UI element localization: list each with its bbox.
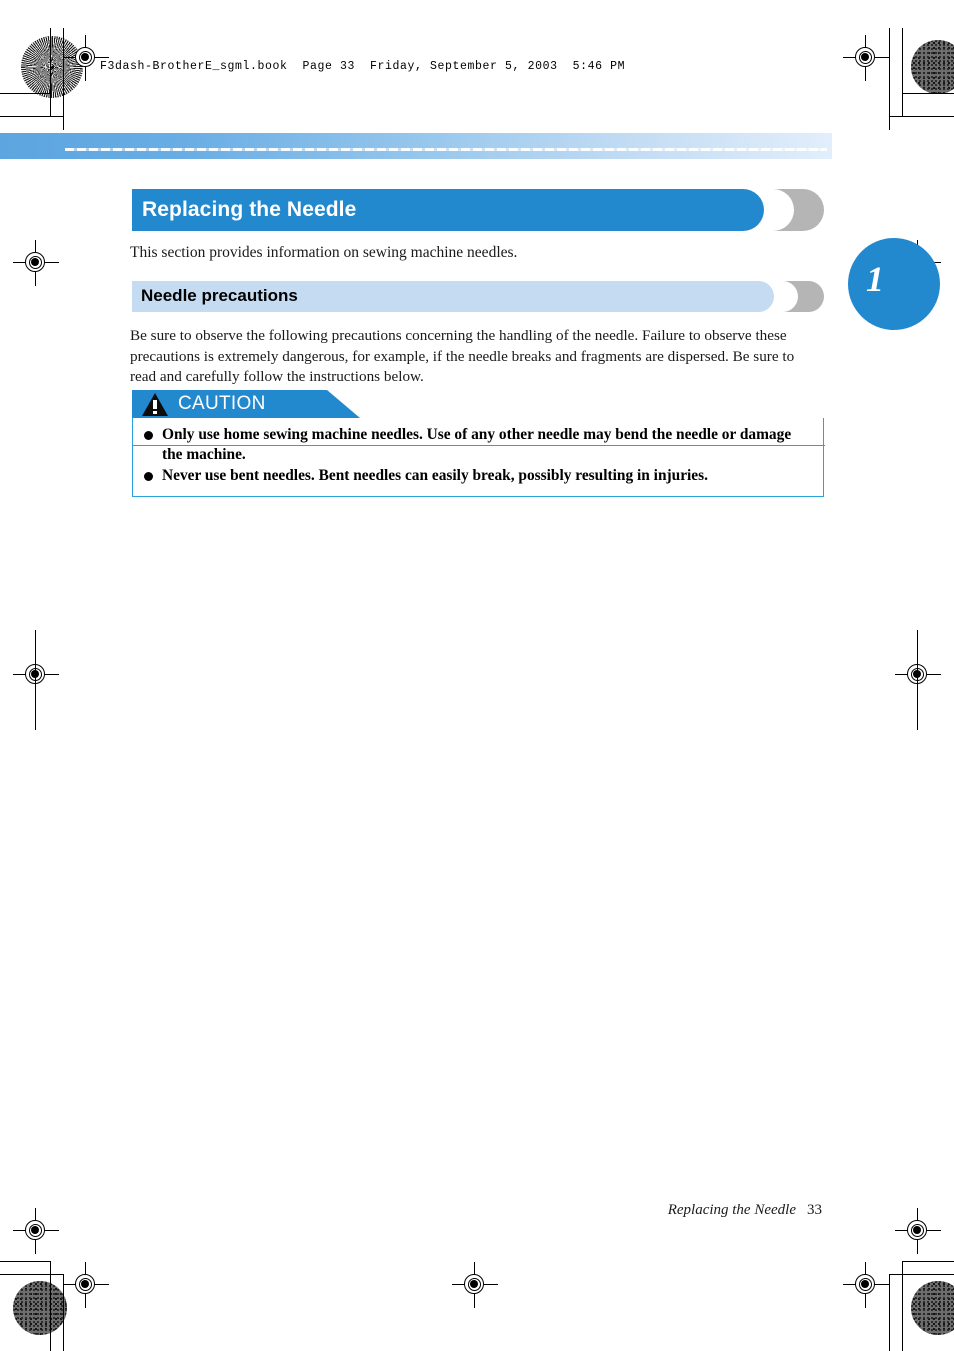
subsection-title: Needle precautions <box>141 286 298 305</box>
trim-line-bottom-right-h2 <box>889 1274 954 1275</box>
crosshair-center-dot <box>31 1226 39 1234</box>
page-footer: Replacing the Needle 33 <box>0 1202 822 1219</box>
trim-line-bottom-left-h1 <box>0 1261 51 1262</box>
crosshair-mark-mid-left <box>13 652 59 698</box>
trim-line-top-right-h1 <box>902 93 954 94</box>
caution-item-text: Only use home sewing machine needles. Us… <box>162 426 792 463</box>
trim-line-bottom-left-h2 <box>0 1274 64 1275</box>
crosshair-center-dot <box>81 1280 89 1288</box>
trim-line-mid-left <box>35 630 36 730</box>
list-item: Never use bent needles. Bent needles can… <box>143 466 813 486</box>
trim-line-top-left-h1 <box>0 93 51 94</box>
crosshair-mark-bottom-inner-right <box>843 1262 889 1308</box>
crosshair-mark-bottom-inner-left <box>63 1262 109 1308</box>
warning-exclamation-dot <box>153 411 157 414</box>
bullet-icon <box>144 472 153 481</box>
trim-line-top-left-h2 <box>0 116 64 117</box>
document-header-line: F3dash-BrotherE_sgml.book Page 33 Friday… <box>100 60 626 73</box>
crosshair-center-dot <box>861 53 869 61</box>
trim-line-top-right-v2 <box>902 28 903 116</box>
caution-tab: CAUTION <box>132 390 360 418</box>
subsection-title-bar: Needle precautions <box>132 281 824 312</box>
halftone-registration-mark-bottom-left <box>13 1281 67 1335</box>
caution-body: Only use home sewing machine needles. Us… <box>132 418 825 497</box>
trim-line-top-right-h2 <box>889 116 954 117</box>
trim-line-bottom-right-v1 <box>902 1261 903 1351</box>
trim-line-bottom-right-h1 <box>902 1261 954 1262</box>
trim-line-top-left-v2 <box>63 28 64 130</box>
footer-running-title: Replacing the Needle <box>667 1202 796 1218</box>
crosshair-mark-top-left <box>13 240 59 286</box>
trim-line-bottom-right-v2 <box>889 1274 890 1351</box>
section-title-bar: Replacing the Needle <box>132 189 824 231</box>
crosshair-center-dot <box>913 1226 921 1234</box>
list-item: Only use home sewing machine needles. Us… <box>143 425 813 465</box>
crosshair-center-dot <box>470 1280 478 1288</box>
caution-item-text: Never use bent needles. Bent needles can… <box>162 467 708 484</box>
warning-exclamation-bar <box>153 400 157 409</box>
page-title: Replacing the Needle <box>142 198 357 221</box>
crosshair-mark-top-inner-right <box>843 35 889 81</box>
halftone-registration-mark-top-right <box>911 40 954 94</box>
chapter-tab: 1 <box>848 238 940 330</box>
section-intro-paragraph: This section provides information on sew… <box>130 244 518 261</box>
subsection-body-paragraph: Be sure to observe the following precaut… <box>130 327 795 385</box>
crosshair-mark-mid-right <box>895 652 941 698</box>
crosshair-mark-top-inner-left <box>63 35 109 81</box>
crosshair-center-dot <box>31 258 39 266</box>
bullet-icon <box>144 431 153 440</box>
caution-block: CAUTION Only use home sewing machine nee… <box>132 390 825 497</box>
crosshair-center-dot <box>861 1280 869 1288</box>
trim-line-bottom-left-v2 <box>63 1274 64 1351</box>
trim-line-bottom-left-v1 <box>50 1261 51 1351</box>
crosshair-mark-bottom-center <box>452 1262 498 1308</box>
trim-line-top-left-v1 <box>50 28 51 116</box>
caution-label: CAUTION <box>178 393 266 414</box>
trim-line-mid-right <box>917 630 918 730</box>
footer-page-number: 33 <box>807 1202 822 1218</box>
trim-line-top-right-v1 <box>889 28 890 130</box>
crosshair-center-dot <box>81 53 89 61</box>
top-gradient-banner <box>0 133 832 159</box>
crosshair-mark-bottom-right <box>895 1208 941 1254</box>
chapter-number: 1 <box>866 259 884 299</box>
halftone-registration-mark-bottom-right <box>911 1281 954 1335</box>
top-banner-dashed-rule <box>65 148 827 151</box>
